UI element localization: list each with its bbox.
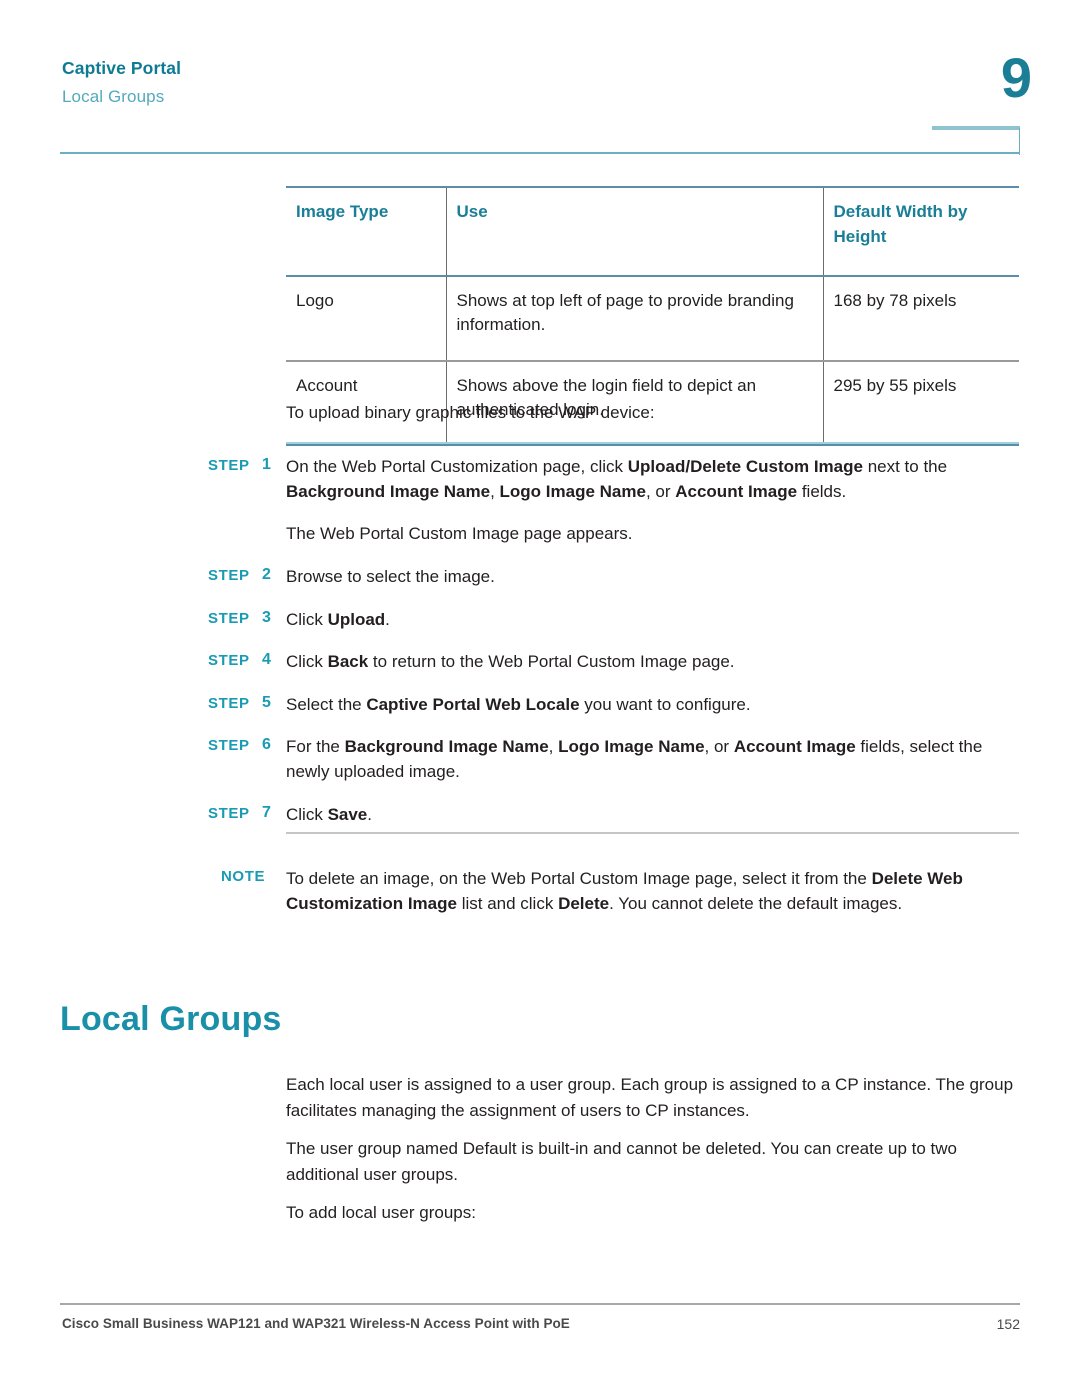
footer-divider-rule — [60, 1303, 1020, 1305]
step-number: 4 — [262, 651, 271, 669]
step-text: For the Background Image Name, Logo Imag… — [286, 735, 1025, 784]
step-text: Click Upload. — [286, 608, 1025, 633]
emphasis-text: Logo Image Name — [499, 481, 646, 501]
steps-bottom-rule — [286, 832, 1019, 834]
plain-text: , or — [704, 737, 734, 757]
header-section-title: Local Groups — [62, 87, 165, 106]
emphasis-text: Back — [327, 652, 369, 672]
plain-text: you want to configure. — [579, 694, 751, 714]
note-body: To delete an image, on the Web Portal Cu… — [286, 866, 1024, 916]
plain-text: Click — [286, 609, 328, 629]
step-number: 5 — [262, 693, 271, 711]
step-text: Browse to select the image. — [286, 565, 1025, 590]
plain-text: to return to the Web Portal Custom Image… — [368, 652, 735, 672]
page-header: Captive Portal Local Groups 9 — [0, 0, 1080, 160]
emphasis-text: Logo Image Name — [558, 737, 705, 757]
step-number: 2 — [262, 565, 271, 583]
step-item: STEP 1 On the Web Portal Customization pag… — [0, 455, 1080, 504]
step-item: STEP 2 Browse to select the image. — [0, 565, 1080, 590]
plain-text: Browse to select the image. — [286, 566, 495, 586]
step-number: 6 — [262, 736, 271, 754]
intro-paragraph: To upload binary graphic files to the WA… — [286, 403, 655, 422]
steps-list: STEP 1 On the Web Portal Customization pag… — [0, 455, 1080, 845]
step-item: STEP 4 Click Back to return to the Web Por… — [0, 650, 1080, 675]
table-col-header-use: Use — [445, 185, 823, 278]
note-block: NOTE To delete an image, on the Web Port… — [0, 866, 1080, 916]
table-col-header-default-size: Default Width by Height — [822, 185, 1019, 278]
plain-text: next to the — [862, 457, 948, 476]
plain-text: . — [367, 804, 372, 824]
header-box-outline — [930, 128, 1020, 155]
emphasis-text: Delete — [558, 894, 610, 914]
plain-text: , or — [645, 481, 676, 501]
step-text: Select the Captive Portal Web Locale you… — [286, 693, 1025, 718]
emphasis-text: Upload — [327, 609, 386, 629]
footer-product-name: Cisco Small Business WAP121 and WAP321 W… — [62, 1316, 570, 1331]
plain-text: fields. — [797, 481, 847, 501]
emphasis-text: Save — [327, 804, 368, 824]
step-text: On the Web Portal Customization page, cl… — [286, 455, 1025, 504]
plain-text: On the Web Portal Customization page, cl… — [286, 457, 628, 476]
step-text: Click Back to return to the Web Portal C… — [286, 650, 1025, 675]
footer-page-number: 152 — [996, 1316, 1020, 1332]
plain-text: . You cannot delete the default images. — [609, 894, 903, 914]
step-number: 3 — [262, 608, 271, 626]
table-row: Logo Shows at top left of page to provid… — [286, 276, 1019, 362]
step-item: STEP 7 Click Save. — [0, 803, 1080, 828]
table-cell-use: Shows at top left of page to provide bra… — [445, 276, 823, 362]
steps-top-rule — [286, 442, 1019, 444]
step-result-text: The Web Portal Custom Image page appears… — [286, 524, 633, 544]
emphasis-text: Account Image — [675, 481, 798, 501]
plain-text: , — [490, 481, 500, 501]
emphasis-text: Background Image Name — [344, 737, 549, 757]
header-divider-rule — [60, 152, 1020, 154]
table-cell-default-size: 168 by 78 pixels — [822, 276, 1019, 362]
step-item: STEP 3 Click Upload. — [0, 608, 1080, 633]
table-header-row: Image Type Use Default Width by Height — [286, 185, 1019, 278]
header-chapter-title: Captive Portal — [62, 58, 182, 78]
table-cell-image-type: Logo — [286, 276, 446, 362]
section-paragraph: To add local user groups: — [286, 1203, 476, 1222]
page-title: Local Groups — [60, 1000, 282, 1038]
table-col-header-image-type: Image Type — [286, 185, 446, 278]
step-number: 7 — [262, 803, 271, 821]
plain-text: . — [385, 609, 390, 629]
note-label: NOTE — [221, 868, 266, 885]
document-page: Captive Portal Local Groups 9 Image Type… — [0, 0, 1080, 1397]
step-number: 1 — [262, 456, 271, 473]
header-chapter-number: 9 — [1000, 46, 1032, 109]
emphasis-text: Captive Portal Web Locale — [366, 694, 580, 714]
step-item: STEP 5 Select the Captive Portal Web Local… — [0, 693, 1080, 718]
section-paragraph: Each local user is assigned to a user gr… — [286, 1075, 1014, 1120]
section-paragraph: The user group named Default is built-in… — [286, 1139, 958, 1184]
emphasis-text: Upload/Delete Custom Image — [627, 457, 863, 476]
step-text: Click Save. — [286, 803, 1025, 828]
plain-text: list and click — [456, 894, 559, 914]
emphasis-text: Background Image Name — [286, 481, 491, 501]
step-item: STEP 6 For the Background Image Name, Logo… — [0, 735, 1080, 784]
plain-text: Click — [286, 804, 328, 824]
plain-text: Click — [286, 652, 328, 672]
plain-text: , — [548, 737, 559, 757]
plain-text: For the — [286, 737, 345, 757]
plain-text: To delete an image, on the Web Portal Cu… — [286, 869, 872, 888]
plain-text: Select the — [286, 694, 367, 714]
emphasis-text: Account Image — [733, 737, 856, 757]
